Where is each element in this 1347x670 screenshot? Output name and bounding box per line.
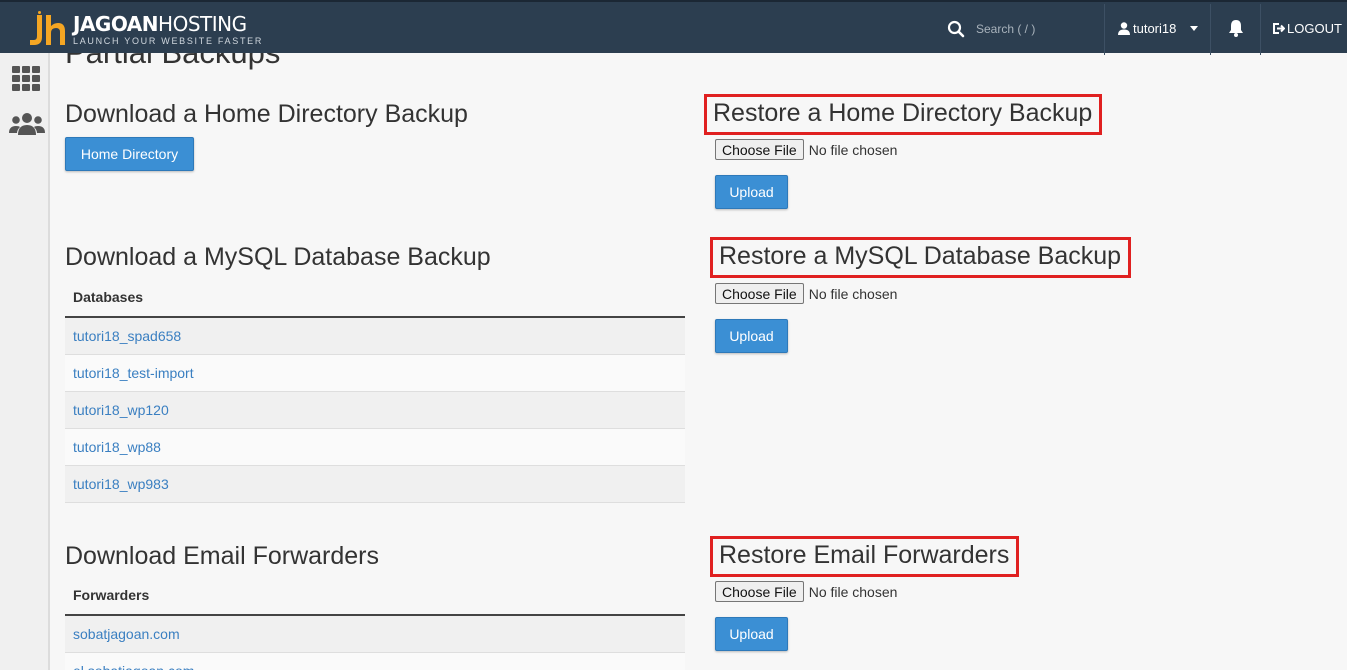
choose-file-button[interactable]: Choose File [715, 283, 804, 304]
username-label: tutori18 [1133, 21, 1177, 36]
databases-column-header: Databases [65, 282, 685, 318]
database-link[interactable]: tutori18_wp983 [65, 466, 685, 503]
download-mysql-heading: Download a MySQL Database Backup [65, 243, 491, 271]
brand-name: JAGOANHOSTING [73, 12, 247, 36]
bell-icon[interactable] [1228, 19, 1244, 37]
databases-table: Databases tutori18_spad658 tutori18_test… [65, 282, 685, 503]
navbar-divider [1260, 4, 1261, 55]
forwarders-column-header: Forwarders [65, 580, 685, 616]
navbar-divider [1104, 4, 1105, 55]
forwarder-link[interactable]: el.sobatjagoan.com [65, 653, 685, 670]
file-status: No file chosen [808, 141, 898, 158]
upload-forwarders-button[interactable]: Upload [715, 617, 788, 651]
search-input[interactable]: Search ( / ) [976, 22, 1035, 36]
forwarders-file-input[interactable]: Choose File No file chosen [715, 581, 897, 602]
restore-home-heading: Restore a Home Directory Backup [704, 94, 1103, 135]
home-file-input[interactable]: Choose File No file chosen [715, 139, 897, 160]
restore-forwarders-heading: Restore Email Forwarders [710, 536, 1020, 577]
database-link[interactable]: tutori18_spad658 [65, 318, 685, 355]
database-link[interactable]: tutori18_wp120 [65, 392, 685, 429]
choose-file-button[interactable]: Choose File [715, 581, 804, 602]
database-link[interactable]: tutori18_test-import [65, 355, 685, 392]
users-icon[interactable] [9, 111, 45, 137]
forwarder-link[interactable]: sobatjagoan.com [65, 616, 685, 653]
choose-file-button[interactable]: Choose File [715, 139, 804, 160]
download-home-heading: Download a Home Directory Backup [65, 100, 468, 128]
logo-icon [30, 11, 65, 45]
brand-logo[interactable]: JAGOANHOSTING LAUNCH YOUR WEBSITE FASTER [27, 10, 263, 50]
user-menu[interactable]: tutori18 [1118, 21, 1199, 36]
navbar-divider [1210, 4, 1211, 55]
download-forwarders-heading: Download Email Forwarders [65, 542, 380, 570]
main-content: Partial Backups Download a Home Director… [50, 53, 1347, 670]
forwarders-table: Forwarders sobatjagoan.com el.sobatjagoa… [65, 580, 685, 670]
search-icon [947, 20, 965, 38]
upload-mysql-button[interactable]: Upload [715, 319, 788, 353]
mysql-file-input[interactable]: Choose File No file chosen [715, 283, 897, 304]
file-status: No file chosen [808, 583, 898, 600]
logout-icon [1273, 23, 1285, 34]
upload-home-button[interactable]: Upload [715, 175, 788, 209]
grid-icon[interactable] [11, 65, 41, 91]
logout-button[interactable]: LOGOUT [1272, 21, 1342, 36]
search-box[interactable]: Search ( / ) [947, 18, 1035, 40]
file-status: No file chosen [808, 285, 898, 302]
logout-label: LOGOUT [1287, 21, 1342, 36]
database-link[interactable]: tutori18_wp88 [65, 429, 685, 466]
user-icon [1118, 22, 1130, 35]
top-navbar: JAGOANHOSTING LAUNCH YOUR WEBSITE FASTER… [0, 0, 1347, 55]
restore-mysql-heading: Restore a MySQL Database Backup [710, 237, 1132, 278]
home-directory-button[interactable]: Home Directory [65, 137, 194, 171]
brand-tagline: LAUNCH YOUR WEBSITE FASTER [73, 36, 264, 46]
page-title: Partial Backups [65, 53, 280, 71]
sidebar [0, 53, 50, 670]
chevron-down-icon [1190, 26, 1199, 31]
